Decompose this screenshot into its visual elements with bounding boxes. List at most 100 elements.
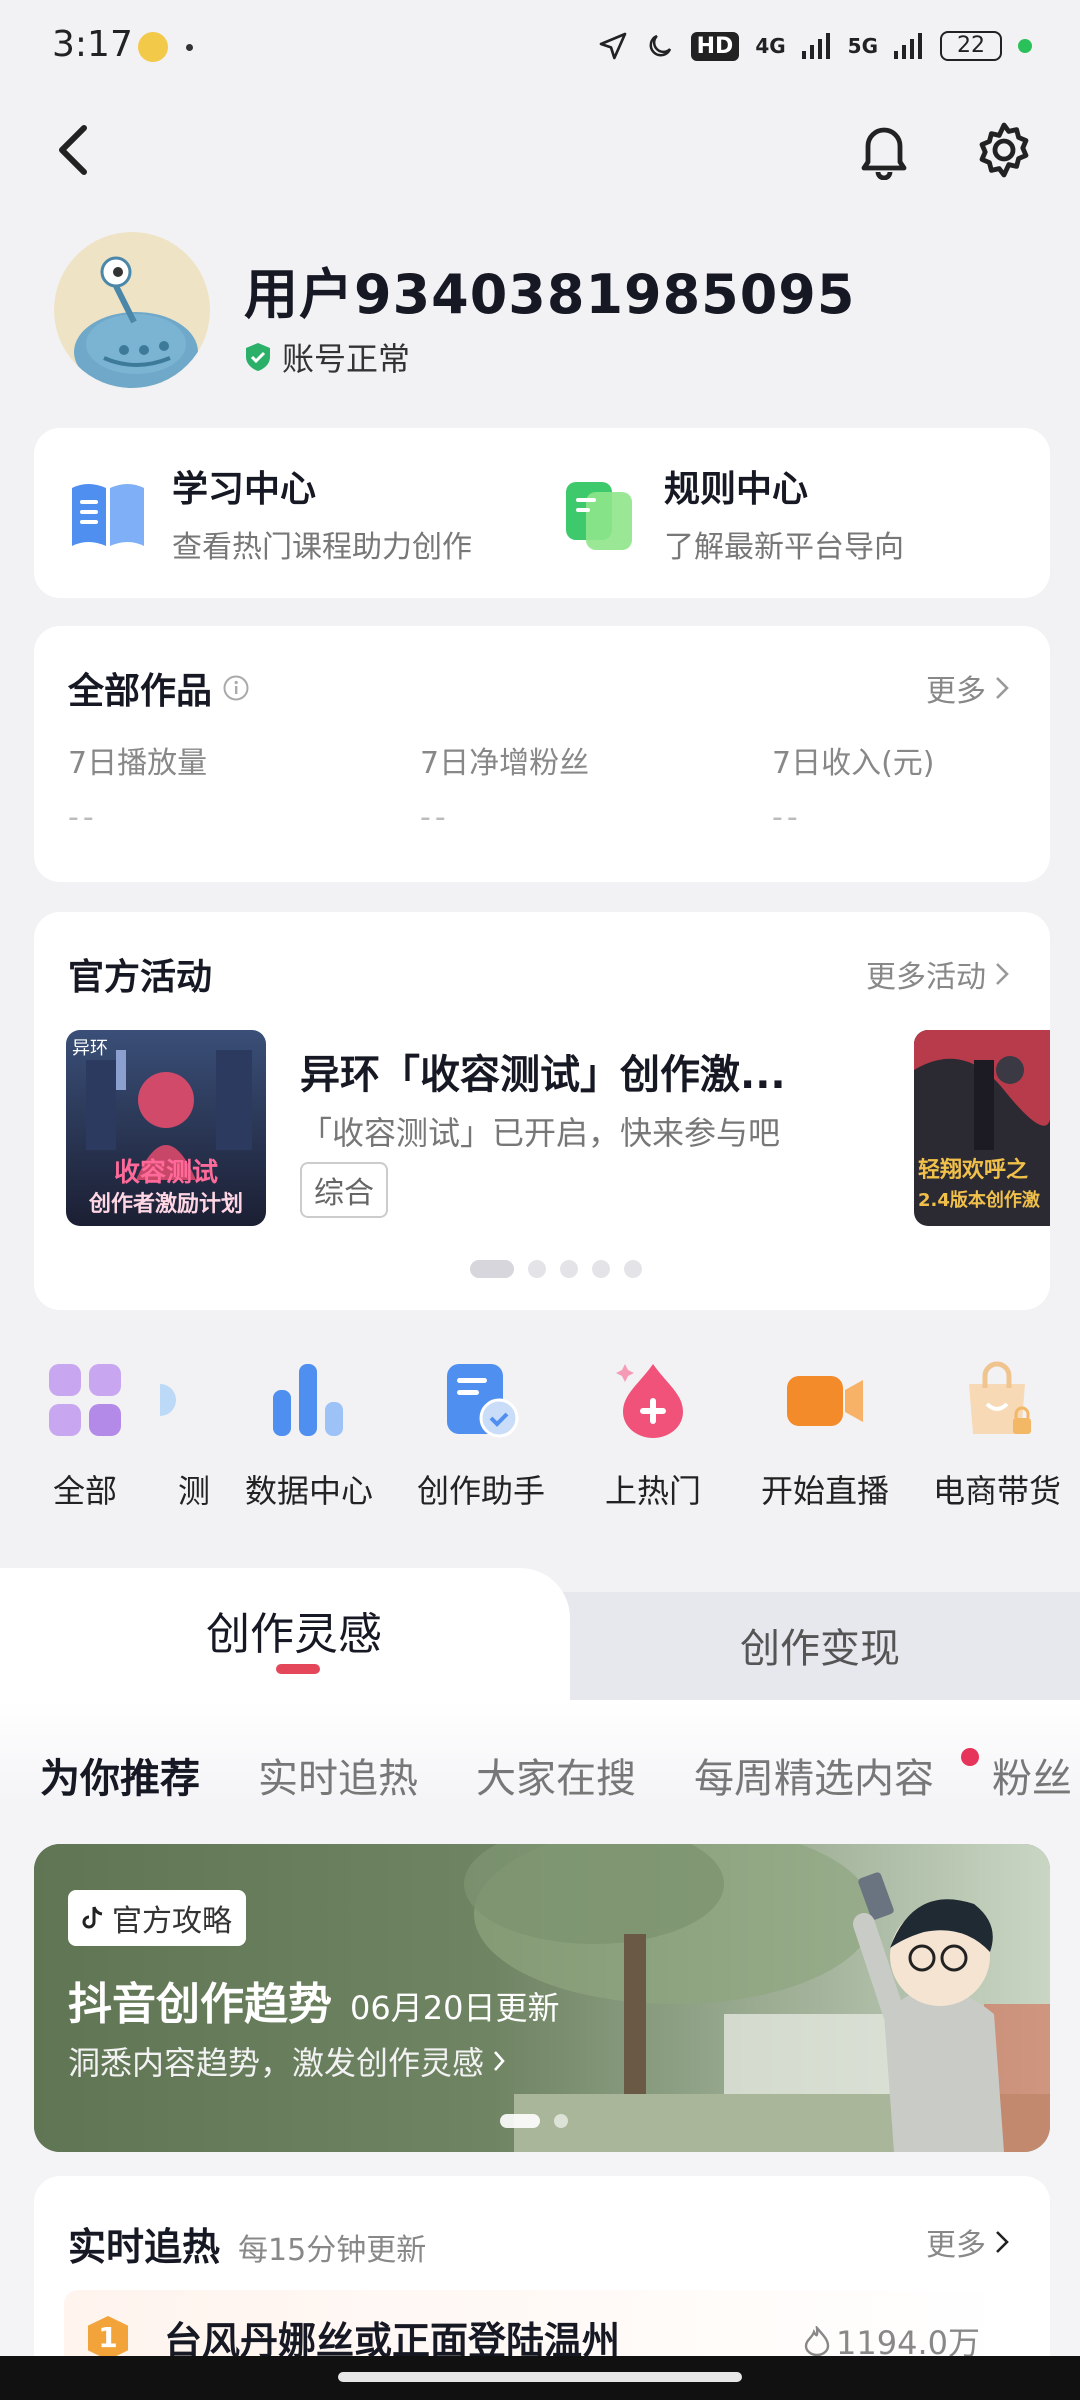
open-book-icon <box>72 484 144 546</box>
subtab-realtime-hot[interactable]: 实时追热 <box>258 1746 418 1804</box>
banner-dot-active[interactable] <box>500 2114 540 2128</box>
centers-card: 学习中心 查看热门课程助力创作 规则中心 了解最新平台导向 <box>34 428 1050 598</box>
carousel-dots <box>470 1260 642 1278</box>
stat-income-label: 7日收入(元) <box>772 746 935 781</box>
activities-more-link[interactable]: 更多活动 <box>866 952 1010 996</box>
trend-banner[interactable]: 官方攻略 抖音创作趋势 06月20日更新 洞悉内容趋势，激发创作灵感 <box>34 1844 1050 2152</box>
stat-plays-value: -- <box>68 800 98 835</box>
tool-creation-assistant[interactable]: 创作助手 <box>406 1360 556 1512</box>
network-5g-icon: 5G <box>847 34 878 58</box>
signal-icon-2 <box>894 33 922 59</box>
privacy-indicator-dot <box>1018 39 1032 53</box>
hot-title: 实时追热 每15分钟更新 <box>68 2216 426 2271</box>
stat-followers-value: -- <box>420 800 450 835</box>
carousel-dot-active[interactable] <box>470 1260 514 1278</box>
status-time: 3:17 <box>52 24 133 65</box>
banner-tag: 官方攻略 <box>68 1890 246 1946</box>
network-4g-icon: 4G <box>755 34 786 58</box>
grid-icon <box>49 1364 121 1436</box>
activity-tag: 综合 <box>300 1162 388 1218</box>
activity-title[interactable]: 异环「收容测试」创作激... <box>300 1042 786 1100</box>
carousel-dot[interactable] <box>624 1260 642 1278</box>
active-tab-indicator <box>276 1664 320 1674</box>
carousel-dot[interactable] <box>592 1260 610 1278</box>
stat-followers-label: 7日净增粉丝 <box>420 746 590 781</box>
tool-boost-label: 上热门 <box>604 1472 701 1510</box>
top-nav <box>0 110 1080 190</box>
tool-creation-assistant-label: 创作助手 <box>416 1472 545 1510</box>
notifications-button[interactable] <box>844 110 924 190</box>
carousel-dot[interactable] <box>560 1260 578 1278</box>
settings-button[interactable] <box>964 110 1044 190</box>
subtab-fans[interactable]: 粉丝 <box>992 1746 1072 1804</box>
hot-more-link[interactable]: 更多 <box>926 2220 1010 2264</box>
stat-income-value: -- <box>772 800 802 835</box>
home-gesture-pill[interactable] <box>338 2372 742 2382</box>
banner-tag-text: 官方攻略 <box>112 1904 232 1939</box>
back-button[interactable] <box>34 110 114 190</box>
location-arrow-icon <box>599 32 626 60</box>
camera-icon <box>787 1376 863 1426</box>
activity-thumbnail[interactable]: 异环 收容测试 创作者激励计划 <box>66 1030 266 1226</box>
status-right-icons: HD 4G 5G 22 <box>597 26 1032 66</box>
activities-title: 官方活动 <box>68 957 213 998</box>
tool-go-live[interactable]: 开始直播 <box>750 1360 900 1512</box>
sub-tabs: 为你推荐 实时追热 大家在搜 每周精选内容 粉丝 <box>40 1746 1072 1804</box>
tool-all-label: 全部 <box>52 1472 117 1510</box>
tool-all[interactable]: 全部 <box>10 1360 160 1512</box>
subtab-everyone-searching[interactable]: 大家在搜 <box>476 1746 636 1804</box>
learning-center-entry[interactable]: 学习中心 查看热门课程助力创作 <box>68 428 472 598</box>
tool-data-center-label: 数据中心 <box>244 1472 373 1510</box>
stat-plays[interactable]: 7日播放量 -- <box>68 738 207 835</box>
activity-thumbnail-next[interactable]: 轻翔欢呼之 2.4版本创作激 <box>914 1030 1050 1226</box>
avatar-mascot-icon <box>74 256 198 388</box>
tab-monetization[interactable]: 创作变现 <box>740 1616 900 1674</box>
banner-dot[interactable] <box>554 2114 568 2128</box>
avatar[interactable] <box>54 232 210 388</box>
hot-title-text: 实时追热 <box>68 2225 221 2269</box>
hot-subtitle: 每15分钟更新 <box>238 2233 427 2268</box>
gear-icon <box>979 122 1029 178</box>
account-status[interactable]: 账号正常 <box>244 334 410 380</box>
activities-card: 官方活动 更多活动 异环 收容测试 创作者激励计划 异环「收容测试」创作激...… <box>34 912 1050 1310</box>
rule-document-icon <box>566 482 632 550</box>
stat-plays-label: 7日播放量 <box>68 746 208 781</box>
activity-thumb2-text-1: 轻翔欢呼之 <box>918 1158 1029 1183</box>
more-notifications-icon <box>186 44 193 51</box>
tool-ecommerce-label: 电商带货 <box>932 1472 1061 1510</box>
carousel-dot[interactable] <box>528 1260 546 1278</box>
works-title: 全部作品 <box>68 662 250 714</box>
info-icon[interactable] <box>222 674 250 702</box>
works-more-link[interactable]: 更多 <box>926 666 1010 710</box>
banner-date: 06月20日更新 <box>350 1989 560 2027</box>
tool-partial[interactable]: 测 <box>160 1360 210 1512</box>
flame-plus-icon <box>616 1364 683 1438</box>
status-bar: 3:17 HD 4G 5G 22 <box>0 0 1080 92</box>
new-badge-dot <box>961 1748 979 1766</box>
stat-income[interactable]: 7日收入(元) -- <box>772 738 935 835</box>
tool-partial-label: 测 <box>177 1472 210 1510</box>
tool-go-live-label: 开始直播 <box>760 1472 889 1510</box>
chevron-right-icon <box>996 2231 1009 2253</box>
notification-emoji-icon <box>138 32 168 62</box>
system-nav-bar <box>0 2356 1080 2400</box>
activity-thumb-text-1: 收容测试 <box>113 1158 218 1188</box>
works-more-text: 更多 <box>926 674 986 709</box>
stat-followers[interactable]: 7日净增粉丝 -- <box>420 738 589 835</box>
tiktok-note-icon <box>82 1906 103 1929</box>
chevron-left-icon <box>59 125 87 175</box>
tool-data-center[interactable]: 数据中心 <box>234 1360 384 1512</box>
activity-subtitle: 「收容测试」已开启，快来参与吧 <box>300 1114 781 1152</box>
banner-subtitle[interactable]: 洞悉内容趋势，激发创作灵感 <box>68 2038 506 2084</box>
tool-ecommerce[interactable]: 电商带货 <box>922 1360 1072 1512</box>
works-card: 全部作品 更多 7日播放量 -- 7日净增粉丝 -- 7日收入(元) -- <box>34 626 1050 882</box>
hot-more-text: 更多 <box>926 2228 986 2263</box>
bell-icon <box>861 127 907 180</box>
tab-creative-inspiration[interactable]: 创作灵感 <box>206 1598 382 1662</box>
subtab-for-you[interactable]: 为你推荐 <box>40 1746 200 1804</box>
works-title-text: 全部作品 <box>68 671 213 712</box>
rule-center-entry[interactable]: 规则中心 了解最新平台导向 <box>560 428 904 598</box>
rule-center-title: 规则中心 <box>664 469 809 510</box>
subtab-weekly-picks[interactable]: 每周精选内容 <box>694 1746 934 1804</box>
tool-boost[interactable]: 上热门 <box>578 1360 728 1512</box>
